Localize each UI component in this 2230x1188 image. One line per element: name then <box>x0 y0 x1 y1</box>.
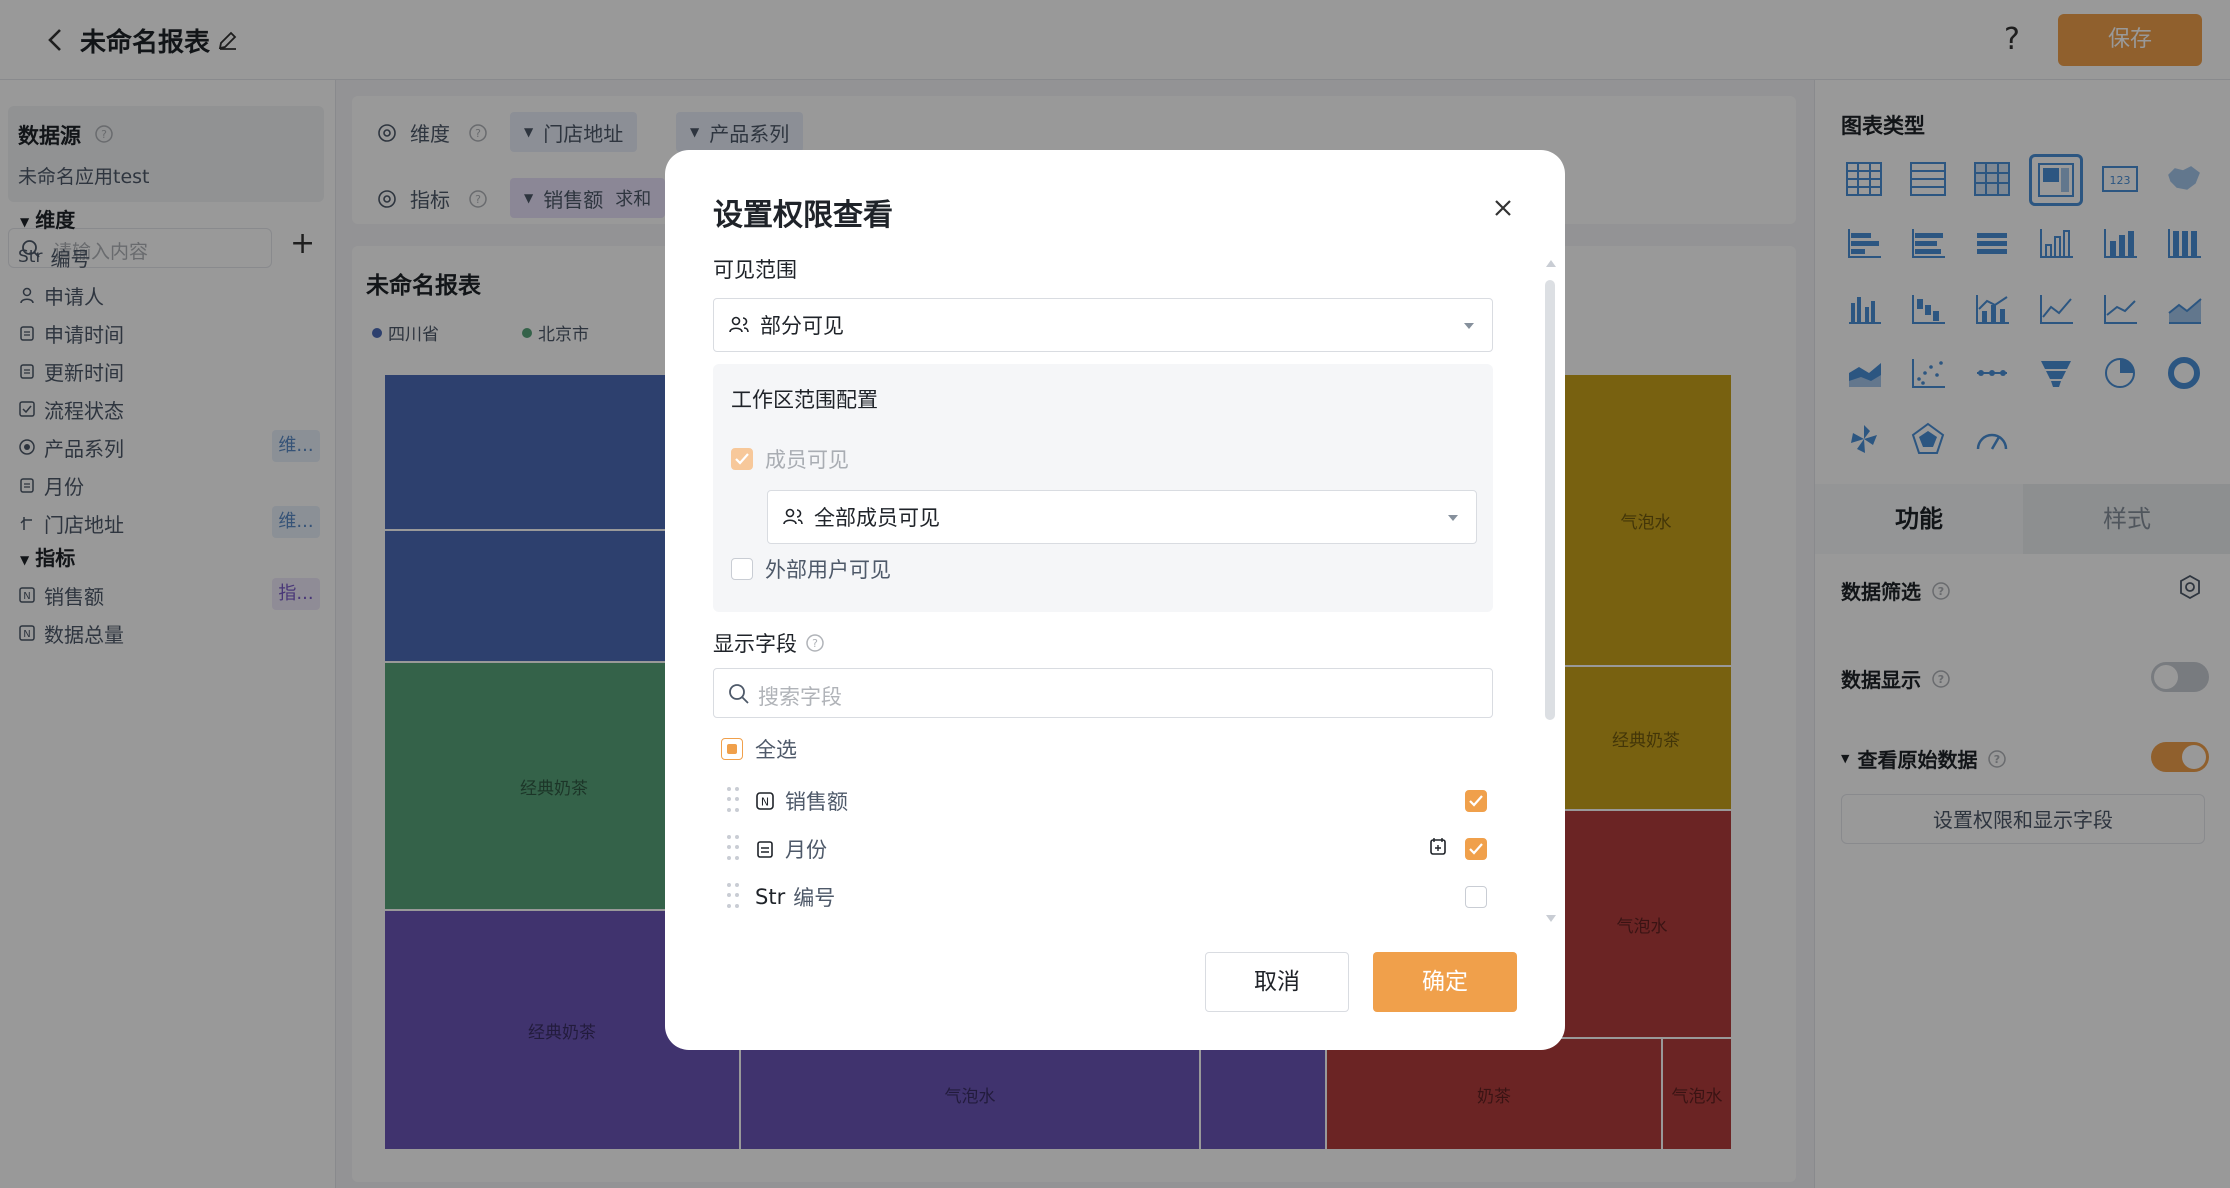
field-label: 编号 <box>793 886 836 910</box>
display-fields-label-row: 显示字段 ? <box>713 628 825 658</box>
drag-handle-icon[interactable] <box>727 787 741 815</box>
field-search-input[interactable]: 搜索字段 <box>713 668 1493 718</box>
drag-handle-icon[interactable] <box>727 883 741 911</box>
field-checkbox[interactable] <box>1465 790 1487 812</box>
string-type-icon: Str <box>755 885 786 909</box>
member-visible-row[interactable]: 成员可见 <box>731 444 849 474</box>
field-row[interactable]: Str 编号 <box>727 882 835 912</box>
member-scope-value: 全部成员可见 <box>814 506 940 530</box>
dialog-title: 设置权限查看 <box>713 198 893 233</box>
select-all-checkbox[interactable] <box>721 738 743 760</box>
chevron-down-icon <box>1448 515 1458 521</box>
number-icon: N <box>756 792 774 810</box>
select-all-label: 全选 <box>755 738 797 762</box>
scrollbar-thumb[interactable] <box>1545 280 1555 720</box>
external-visible-label: 外部用户可见 <box>765 558 891 582</box>
external-visible-checkbox[interactable] <box>731 558 753 580</box>
field-label: 销售额 <box>785 790 848 814</box>
confirm-button[interactable]: 确定 <box>1373 952 1517 1012</box>
users-icon <box>729 316 749 333</box>
search-icon <box>729 684 749 704</box>
visible-scope-select[interactable]: 部分可见 <box>713 298 1493 352</box>
svg-text:N: N <box>761 796 769 809</box>
cancel-button[interactable]: 取消 <box>1205 952 1349 1012</box>
field-checkbox[interactable] <box>1465 838 1487 860</box>
permission-dialog: 设置权限查看 可见范围 部分可见 工作区范围配置 成员可见 全部成员可见 外部用… <box>665 150 1565 1050</box>
member-visible-checkbox[interactable] <box>731 448 753 470</box>
member-visible-label: 成员可见 <box>765 448 849 472</box>
drag-handle-icon[interactable] <box>727 835 741 863</box>
field-search-placeholder: 搜索字段 <box>758 685 842 709</box>
field-checkbox[interactable] <box>1465 886 1487 908</box>
workspace-label: 工作区范围配置 <box>731 388 878 412</box>
scroll-down-icon[interactable] <box>1545 914 1557 924</box>
help-circle-icon: ? <box>806 634 824 652</box>
scroll-up-icon[interactable] <box>1545 258 1557 268</box>
visible-scope-value: 部分可见 <box>760 314 844 338</box>
field-row[interactable]: N 销售额 <box>727 786 848 816</box>
chevron-down-icon <box>1464 323 1474 329</box>
select-all-row[interactable]: 全选 <box>721 734 797 764</box>
field-label: 月份 <box>785 838 827 862</box>
users-icon <box>783 508 803 525</box>
member-scope-select[interactable]: 全部成员可见 <box>767 490 1477 544</box>
date-icon <box>757 841 773 858</box>
date-format-icon[interactable] <box>1428 836 1448 856</box>
close-icon[interactable] <box>1485 190 1521 226</box>
svg-text:?: ? <box>812 637 818 650</box>
visible-scope-label: 可见范围 <box>713 258 797 282</box>
external-visible-row[interactable]: 外部用户可见 <box>731 554 891 584</box>
display-fields-label: 显示字段 <box>713 632 797 656</box>
field-row[interactable]: 月份 <box>727 834 827 864</box>
workspace-scope-box: 工作区范围配置 成员可见 全部成员可见 外部用户可见 <box>713 364 1493 612</box>
